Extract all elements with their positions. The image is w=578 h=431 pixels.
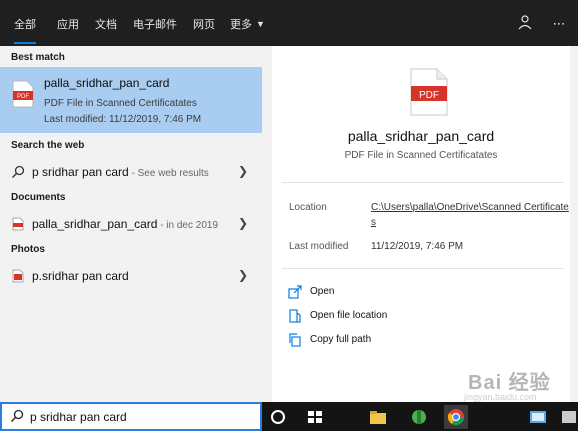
copy-full-path-label: Copy full path (310, 334, 372, 345)
chevron-down-icon[interactable]: ▼ (256, 19, 265, 29)
chevron-right-icon[interactable]: ❯ (238, 268, 248, 282)
app-icon[interactable] (407, 405, 431, 429)
search-input[interactable] (30, 408, 250, 426)
open-action-label: Open (310, 286, 335, 297)
tab-email[interactable]: 电子邮件 (133, 16, 177, 34)
chevron-right-icon[interactable]: ❯ (238, 164, 248, 178)
best-match-item[interactable]: PDF palla_sridhar_pan_card PDF File in S… (0, 67, 262, 133)
app-icon[interactable] (526, 405, 550, 429)
results-pane: Best match PDF palla_sridhar_pan_card PD… (0, 46, 270, 402)
more-icon[interactable]: ⋯ (548, 14, 570, 34)
photo-result-text: p.sridhar pan card (32, 269, 129, 283)
tab-web[interactable]: 网页 (193, 16, 215, 34)
pdf-icon-label: PDF (419, 90, 439, 101)
svg-text:PDF: PDF (17, 94, 29, 100)
tab-all[interactable]: 全部 (14, 16, 36, 44)
last-modified-value: 11/12/2019, 7:46 PM (371, 241, 464, 252)
best-match-heading: Best match (11, 52, 65, 63)
location-label: Location (289, 202, 327, 213)
preview-title: palla_sridhar_pan_card (347, 128, 495, 144)
photos-heading: Photos (11, 244, 45, 255)
tab-more[interactable]: 更多 (230, 16, 252, 34)
best-match-title: palla_sridhar_pan_card (44, 76, 170, 90)
divider (282, 182, 564, 183)
cortana-icon[interactable] (266, 405, 290, 429)
folder-icon (289, 309, 301, 323)
preview-subtitle: PDF File in Scanned Certificatates (344, 150, 498, 161)
web-result-item[interactable]: p sridhar pan card - See web results ❯ (0, 159, 262, 185)
search-icon (11, 409, 24, 422)
taskbar (0, 402, 578, 431)
watermark-text: jingyan.baidu.com (464, 392, 537, 402)
chevron-right-icon[interactable]: ❯ (238, 216, 248, 230)
photo-result-item[interactable]: p.sridhar pan card ❯ (0, 263, 262, 289)
document-result-hint: - in dec 2019 (157, 220, 219, 231)
feedback-icon[interactable] (514, 14, 536, 34)
open-icon (288, 285, 302, 299)
app-icon[interactable] (558, 405, 578, 429)
tab-apps[interactable]: 应用 (57, 16, 79, 34)
documents-heading: Documents (11, 192, 66, 203)
web-heading: Search the web (11, 140, 85, 151)
location-link[interactable]: C:\Users\palla\OneDrive\Scanned Certific… (371, 200, 569, 230)
search-filter-bar: 全部 应用 文档 电子邮件 网页 更多 ▼ ⋯ (0, 0, 578, 46)
last-modified-label: Last modified (289, 241, 349, 252)
web-result-text: p sridhar pan card (32, 165, 129, 179)
preview-pane: PDF palla_sridhar_pan_card PDF File in S… (270, 46, 578, 402)
file-explorer-icon[interactable] (366, 405, 390, 429)
best-match-subtitle: PDF File in Scanned Certificatates (44, 98, 197, 109)
best-match-modified: Last modified: 11/12/2019, 7:46 PM (44, 114, 202, 125)
tab-documents[interactable]: 文档 (95, 16, 117, 34)
copy-icon (289, 333, 301, 347)
search-icon (12, 165, 25, 178)
watermark-logo: Bai 经验 (468, 372, 551, 394)
document-result-item[interactable]: palla_sridhar_pan_card - in dec 2019 ❯ (0, 211, 262, 237)
chrome-icon[interactable] (444, 405, 468, 429)
web-result-hint: - See web results (128, 168, 209, 179)
pdf-file-icon: PDF (12, 80, 34, 108)
divider (282, 268, 564, 269)
pdf-file-icon (12, 269, 24, 283)
document-result-text: palla_sridhar_pan_card (32, 217, 158, 231)
pdf-file-icon (12, 217, 24, 231)
preview-card: PDF palla_sridhar_pan_card PDF File in S… (272, 46, 570, 402)
open-file-location-label: Open file location (310, 310, 388, 321)
task-view-icon[interactable] (303, 405, 327, 429)
taskbar-search-box[interactable] (0, 402, 262, 431)
